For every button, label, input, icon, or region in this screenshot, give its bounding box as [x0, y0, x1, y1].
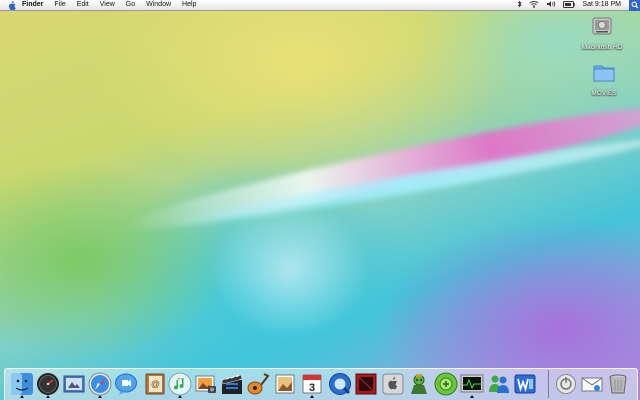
- address-book-icon: @: [145, 373, 165, 395]
- dock-item-garageband[interactable]: [246, 372, 270, 396]
- folder-icon: [593, 65, 615, 82]
- running-indicator: [98, 395, 102, 398]
- desktop-icon-label: Macintosh HD: [581, 44, 623, 51]
- dock-item-itunes[interactable]: [168, 372, 192, 396]
- word-icon: [514, 374, 536, 394]
- menu-edit[interactable]: Edit: [77, 0, 89, 10]
- ical-icon: 3: [302, 374, 322, 394]
- dock-item-activity-monitor[interactable]: [460, 372, 484, 396]
- dock-item-dashboard[interactable]: [36, 372, 60, 396]
- trash-icon: [609, 374, 627, 394]
- menu-help[interactable]: Help: [182, 0, 196, 10]
- green-app-icon: [434, 372, 458, 396]
- dock-item-downloads-stack[interactable]: [554, 372, 578, 396]
- activity-monitor-icon: [460, 374, 484, 393]
- volume-icon[interactable]: [546, 0, 556, 10]
- bluetooth-icon[interactable]: [517, 0, 523, 10]
- apple-icon[interactable]: [8, 0, 16, 10]
- running-indicator: [46, 395, 50, 398]
- dashboard-icon: [37, 373, 59, 395]
- hard-drive-icon: [592, 17, 612, 35]
- running-indicator: [178, 395, 182, 398]
- mail-icon: [63, 375, 85, 393]
- dock-item-system-preferences[interactable]: [381, 372, 405, 396]
- dock-item-finder[interactable]: [10, 372, 34, 396]
- running-indicator: [310, 395, 314, 398]
- menu-view[interactable]: View: [100, 0, 115, 10]
- dock-item-ical[interactable]: 3: [300, 372, 324, 396]
- dock-item-ichat[interactable]: [114, 372, 138, 396]
- dock-item-quicktime[interactable]: [328, 372, 352, 396]
- running-indicator: [470, 395, 474, 398]
- svg-text:@: @: [151, 379, 160, 389]
- dock-item-envelope-stack[interactable]: [580, 372, 604, 396]
- battery-icon[interactable]: [563, 0, 576, 10]
- dock-item-iphoto[interactable]: [194, 372, 218, 396]
- imovie-icon: [221, 374, 243, 394]
- garageband-icon: [247, 373, 270, 395]
- menu-go[interactable]: Go: [126, 0, 135, 10]
- quicktime-icon: [329, 373, 351, 395]
- desktop[interactable]: [0, 0, 640, 400]
- dock-item-imovie[interactable]: [220, 372, 244, 396]
- wifi-icon[interactable]: [529, 0, 539, 10]
- dock-separator: [548, 370, 549, 398]
- dock-item-word[interactable]: [513, 372, 537, 396]
- menu-window[interactable]: Window: [146, 0, 171, 10]
- envelope-stack-icon: [581, 377, 603, 392]
- ical-day: 3: [309, 382, 315, 394]
- desktop-icon-macintosh-hd[interactable]: Macintosh HD: [567, 14, 637, 51]
- dock-item-game[interactable]: [407, 372, 431, 396]
- game-icon: [411, 374, 427, 394]
- menu-bar: Finder File Edit View Go Window Help Sat…: [0, 0, 640, 11]
- itunes-icon: [168, 372, 192, 396]
- desktop-icon-label: MOVIES: [591, 90, 617, 97]
- safari-icon: [88, 372, 112, 396]
- dock-item-messenger[interactable]: [487, 372, 511, 396]
- menu-file[interactable]: File: [54, 0, 65, 10]
- dock-item-mail[interactable]: [62, 372, 86, 396]
- downloads-stack-icon: [556, 374, 576, 394]
- dock-item-trash[interactable]: [606, 372, 630, 396]
- finder-icon: [11, 373, 33, 395]
- dock-item-safari[interactable]: [88, 372, 112, 396]
- dock-item-photo-booth[interactable]: [354, 372, 378, 396]
- ichat-icon: [115, 373, 137, 395]
- running-indicator: [20, 395, 24, 398]
- dock-item-green-app[interactable]: [434, 372, 458, 396]
- messenger-icon: [489, 375, 509, 393]
- system-preferences-icon: [382, 373, 404, 395]
- photo-booth-icon: [355, 373, 377, 395]
- spotlight-icon[interactable]: [629, 0, 640, 11]
- dock-item-address-book[interactable]: @: [143, 372, 167, 396]
- menu-app-name[interactable]: Finder: [22, 0, 43, 10]
- desktop-icon-movies[interactable]: MOVIES: [569, 60, 639, 97]
- wallpaper-streak: [210, 200, 370, 340]
- dock-item-preview[interactable]: [273, 372, 297, 396]
- menu-extras: Sat 9:18 PM: [517, 0, 640, 11]
- preview-icon: [275, 374, 295, 394]
- iphoto-icon: [195, 375, 216, 393]
- menu-clock[interactable]: Sat 9:18 PM: [582, 0, 621, 10]
